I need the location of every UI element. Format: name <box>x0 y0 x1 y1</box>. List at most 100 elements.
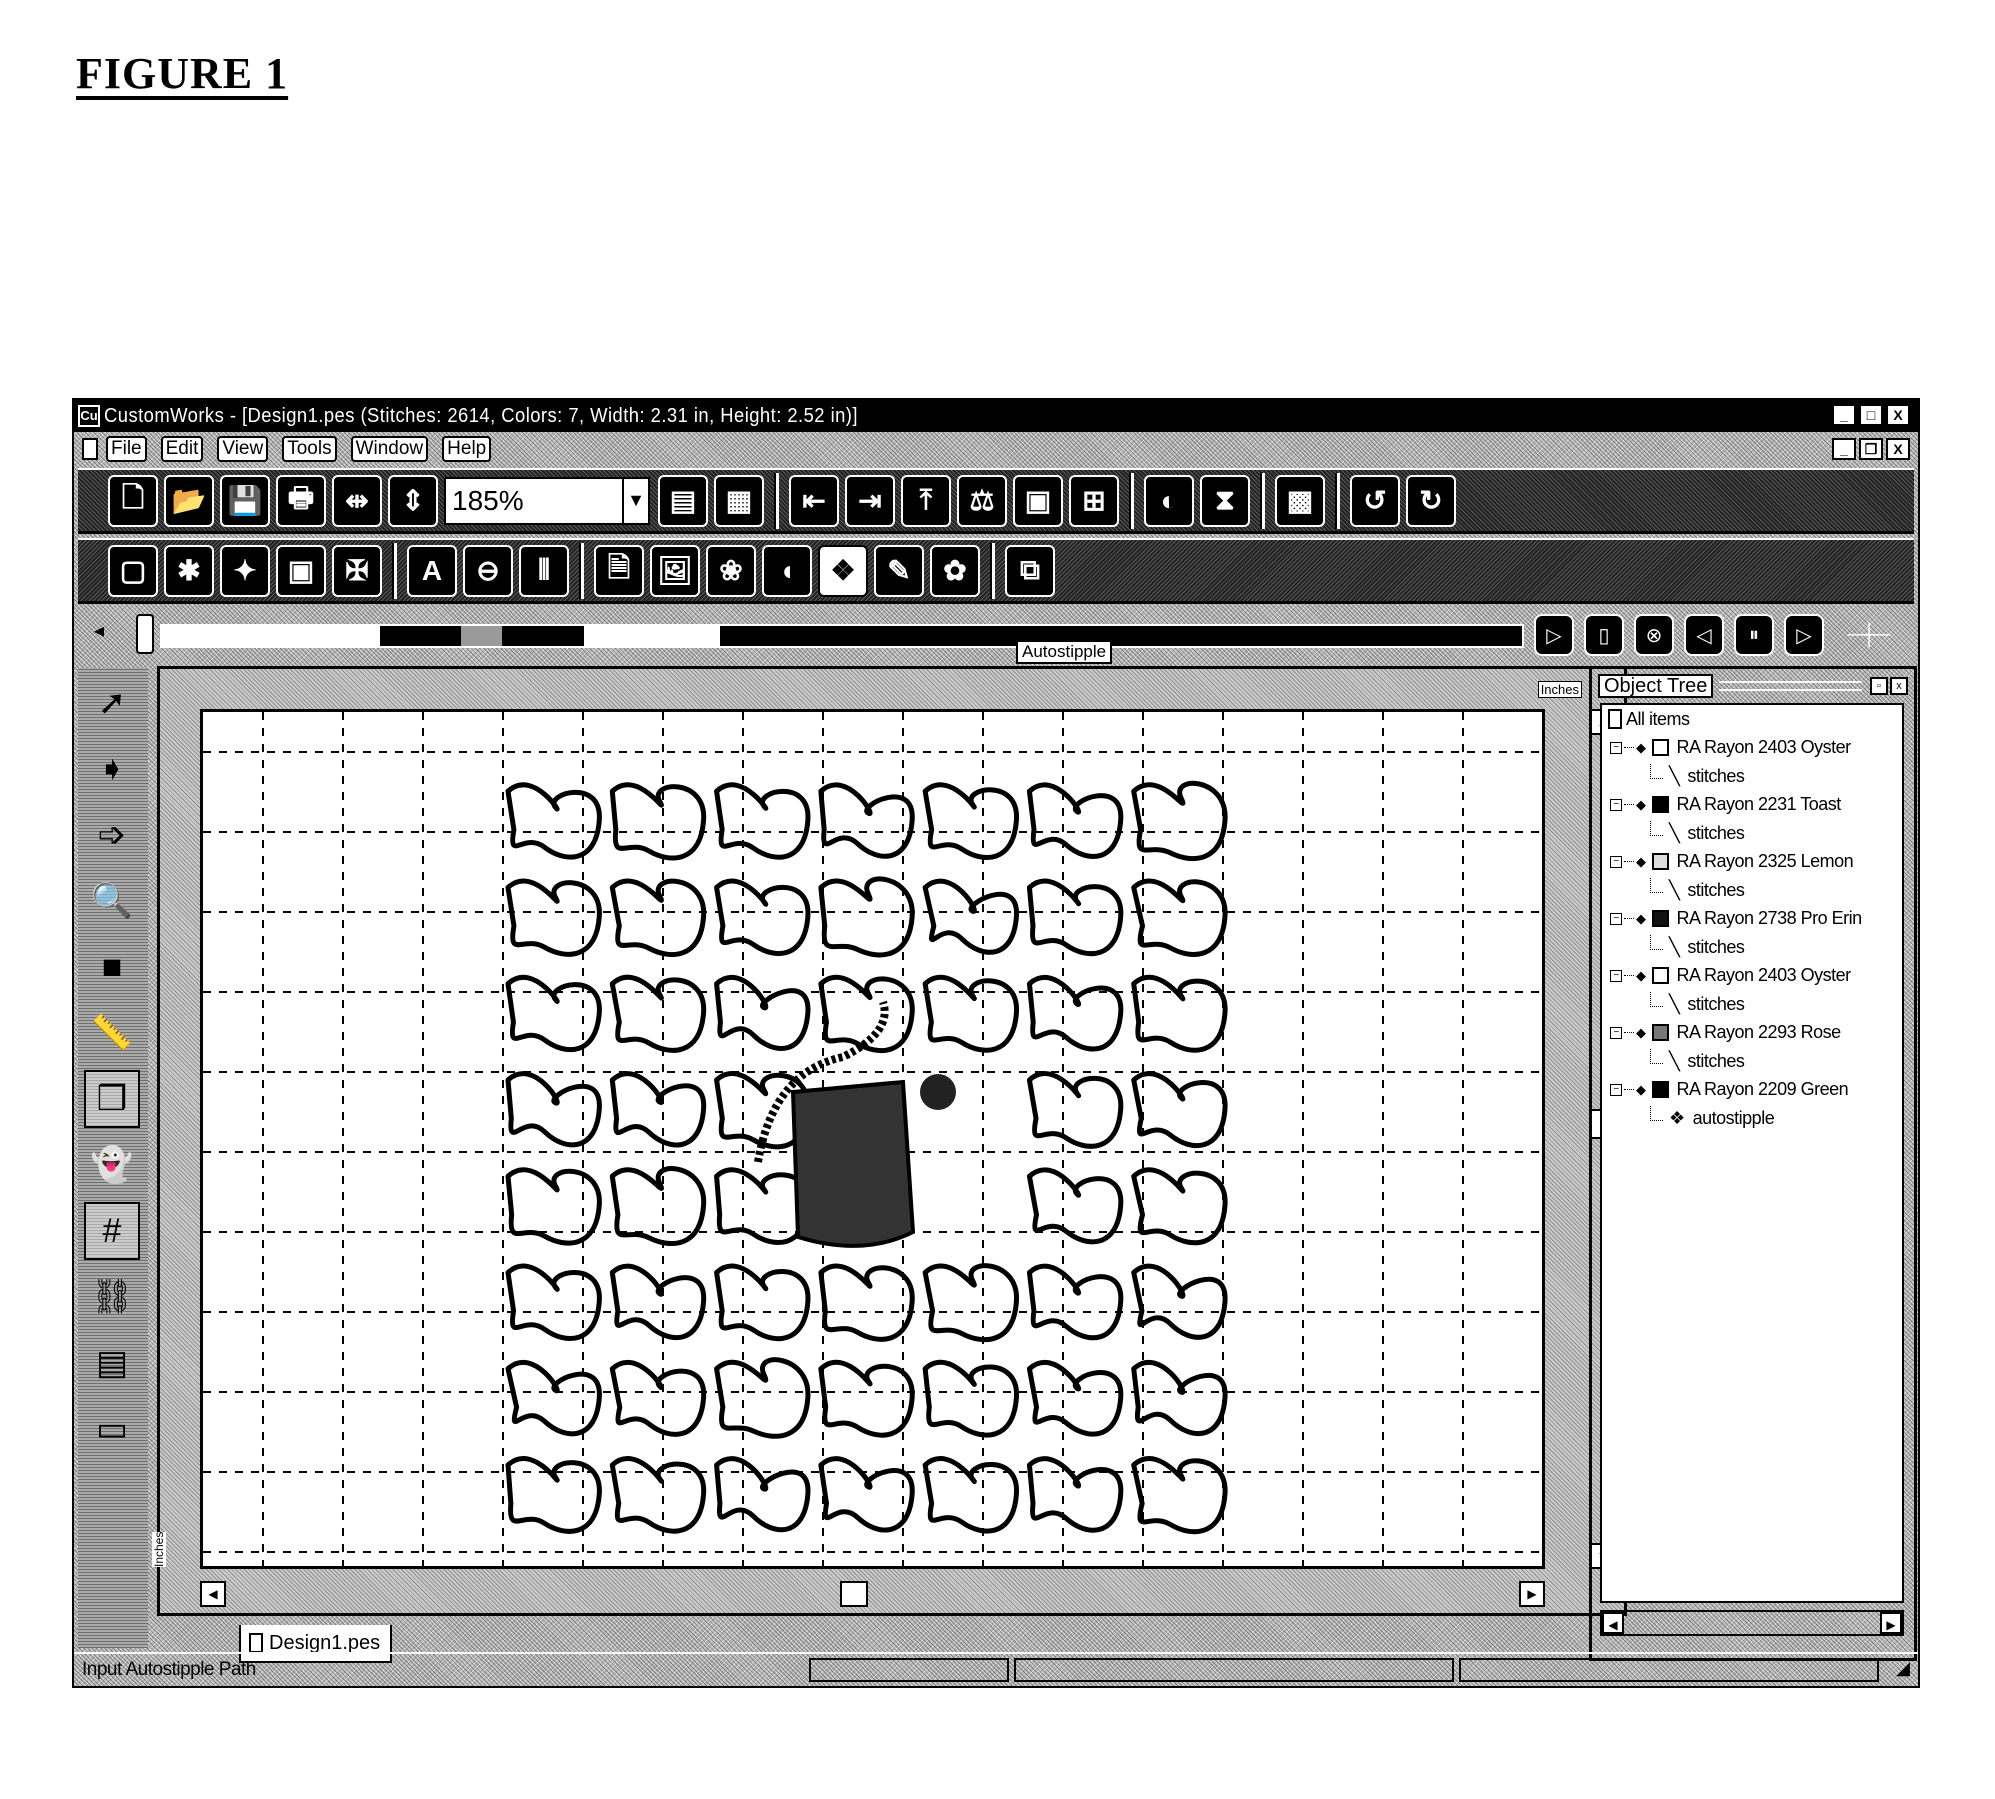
open-icon[interactable]: 📂 <box>164 474 214 527</box>
fill-color-icon[interactable]: ■ <box>84 938 140 996</box>
view-design-icon[interactable]: ▤ <box>658 474 708 527</box>
connect-icon[interactable]: ⛓ <box>84 1268 140 1326</box>
fill-shape-icon[interactable]: ✱ <box>164 544 214 597</box>
menu-edit[interactable]: Edit <box>160 436 204 462</box>
tree-color-item[interactable]: − ◆ RA Rayon 2231 Toast <box>1602 791 1902 820</box>
doc-minimize-button[interactable]: _ <box>1832 438 1856 460</box>
object-sequence-segment[interactable] <box>502 626 584 646</box>
tree-color-item[interactable]: − ◆ RA Rayon 2403 Oyster <box>1602 962 1902 991</box>
ghost-icon[interactable]: 👻 <box>84 1136 140 1194</box>
scroll-right-button[interactable]: ▶ <box>1519 1581 1545 1607</box>
tree-child-item[interactable]: ╲ stitches <box>1602 819 1902 848</box>
object-sequence-segment[interactable] <box>379 626 462 646</box>
magnify-icon[interactable]: 🔍 <box>84 872 140 930</box>
3d-box-icon[interactable]: ❒ <box>84 1070 140 1128</box>
align-left-icon[interactable]: ⇤ <box>789 474 839 527</box>
minimize-button[interactable]: _ <box>1832 404 1856 426</box>
tree-scroll-left-button[interactable]: ◀ <box>1602 1612 1624 1634</box>
maximize-button[interactable]: □ <box>1859 404 1883 426</box>
visibility-eye-icon[interactable]: ◆ <box>1636 797 1646 813</box>
visibility-eye-icon[interactable]: ◆ <box>1636 1025 1646 1041</box>
tree-child-item[interactable]: ╲ stitches <box>1602 933 1902 962</box>
tree-color-item[interactable]: − ◆ RA Rayon 2738 Pro Erin <box>1602 905 1902 934</box>
visibility-eye-icon[interactable]: ◆ <box>1636 1082 1646 1098</box>
visibility-eye-icon[interactable]: ◆ <box>1636 740 1646 756</box>
tree-child-item[interactable]: ❖ autostipple <box>1602 1104 1902 1133</box>
tree-color-item[interactable]: − ◆ RA Rayon 2293 Rose <box>1602 1019 1902 1048</box>
text-icon[interactable]: A <box>407 544 457 597</box>
speed-slider-icon[interactable]: ─┼─ <box>1834 616 1904 654</box>
panel-grip[interactable] <box>1719 681 1862 691</box>
distribute-icon[interactable]: ⚖ <box>957 474 1007 527</box>
object-sequence-segment[interactable] <box>583 626 720 646</box>
reshape-icon[interactable]: ➧ <box>84 740 140 798</box>
star-fill-icon[interactable]: ✠ <box>332 544 382 597</box>
scroll-left-button[interactable]: ◀ <box>200 1581 226 1607</box>
grid-icon[interactable]: # <box>84 1202 140 1260</box>
motif-icon[interactable]: ✿ <box>930 544 980 597</box>
play-icon[interactable]: ▷ <box>1534 614 1574 656</box>
tree-horizontal-scrollbar[interactable]: ◀ ▶ <box>1600 1610 1904 1636</box>
title-bar[interactable]: Cu CustomWorks - [Design1.pes (Stitches:… <box>74 400 1918 432</box>
tree-child-item[interactable]: ╲ stitches <box>1602 762 1902 791</box>
menu-help[interactable]: Help <box>442 436 492 462</box>
resize-grip-icon[interactable]: ◢ <box>1890 1658 1916 1684</box>
group-icon[interactable]: ▣ <box>1013 474 1063 527</box>
horizontal-scroll-thumb[interactable] <box>840 1581 868 1607</box>
tree-color-item[interactable]: − ◆ RA Rayon 2325 Lemon <box>1602 848 1902 877</box>
tree-root[interactable]: All items <box>1602 705 1902 734</box>
collapse-icon[interactable]: − <box>1610 969 1622 982</box>
object-sequence-segment[interactable] <box>461 626 502 646</box>
panel-float-icon[interactable]: ▫ <box>1870 677 1888 695</box>
shape-icon[interactable]: ◖ <box>762 544 812 597</box>
object-sequence-segment[interactable] <box>719 626 1522 646</box>
applique-icon[interactable]: ✦ <box>220 544 270 597</box>
app-icon[interactable]: Cu <box>78 405 100 427</box>
visibility-eye-icon[interactable]: ◆ <box>1636 854 1646 870</box>
mirror-vertical-icon[interactable]: ⇕ <box>388 474 438 527</box>
menu-window[interactable]: Window <box>350 436 429 462</box>
canvas-drawing[interactable] <box>203 712 1542 1566</box>
center-icon[interactable]: ⊞ <box>1069 474 1119 527</box>
object-sequence-segment[interactable] <box>162 626 380 646</box>
document-menu-icon[interactable] <box>82 438 98 460</box>
trace-icon[interactable]: ❀ <box>706 544 756 597</box>
frame-icon[interactable]: ▯ <box>1584 614 1624 656</box>
autostipple-icon[interactable]: ❖ <box>818 544 868 597</box>
letter-frame-icon[interactable]: ⦀ <box>519 544 569 597</box>
flip-icon[interactable]: ◐ <box>1144 474 1194 527</box>
stack-icon[interactable]: ⧗ <box>1200 474 1250 527</box>
node-edit-icon[interactable]: ➩ <box>84 806 140 864</box>
select-arrow-icon[interactable]: ➚ <box>84 674 140 732</box>
panel-close-icon[interactable]: x <box>1890 677 1908 695</box>
zoom-combobox[interactable]: ▼ <box>444 476 650 525</box>
collapse-icon[interactable]: − <box>1610 1026 1622 1039</box>
align-right-icon[interactable]: ⇥ <box>845 474 895 527</box>
units-label[interactable]: Inches <box>1537 681 1582 698</box>
tree-scroll-right-button[interactable]: ▶ <box>1880 1612 1902 1634</box>
align-top-icon[interactable]: ⤒ <box>901 474 951 527</box>
design-canvas[interactable] <box>200 709 1545 1569</box>
view-sheet-icon[interactable]: ▦ <box>714 474 764 527</box>
step-back-icon[interactable]: ◁ <box>1684 614 1724 656</box>
spiral-fill-icon[interactable]: ▣ <box>276 544 326 597</box>
collapse-icon[interactable]: − <box>1610 912 1622 925</box>
zoom-input[interactable] <box>444 476 624 525</box>
stack-objects-icon[interactable]: ▤ <box>84 1334 140 1392</box>
tree-child-item[interactable]: ╲ stitches <box>1602 876 1902 905</box>
design-center-icon[interactable]: ⧉ <box>1005 544 1055 597</box>
object-sequence-track[interactable] <box>160 624 1524 648</box>
mirror-horizontal-icon[interactable]: ⇹ <box>332 474 382 527</box>
collapse-icon[interactable]: − <box>1610 741 1622 754</box>
doc-close-button[interactable]: X <box>1886 438 1910 460</box>
collapse-icon[interactable]: − <box>1610 798 1622 811</box>
tree-child-item[interactable]: ╲ stitches <box>1602 990 1902 1019</box>
image-icon[interactable]: 🖼 <box>650 544 700 597</box>
collapse-icon[interactable]: − <box>1610 1083 1622 1096</box>
tree-color-item[interactable]: − ◆ RA Rayon 2209 Green <box>1602 1076 1902 1105</box>
visibility-eye-icon[interactable]: ◆ <box>1636 911 1646 927</box>
tree-child-item[interactable]: ╲ stitches <box>1602 1047 1902 1076</box>
new-document-icon[interactable]: 🗋 <box>108 474 158 527</box>
scroll-left-icon[interactable]: ◂ <box>94 618 104 643</box>
object-tree[interactable]: All items − ◆ RA Rayon 2403 Oyster ╲ stitche… <box>1600 703 1904 1603</box>
